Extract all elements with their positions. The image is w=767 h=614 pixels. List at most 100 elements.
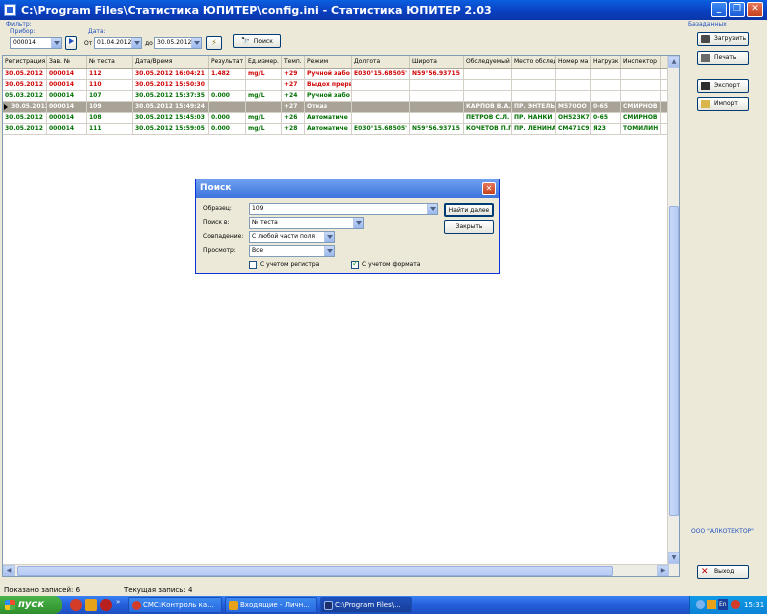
column-header[interactable]: Номер ма: [556, 56, 591, 68]
device-go-button[interactable]: [65, 36, 77, 50]
column-header[interactable]: Результат: [209, 56, 246, 68]
quicklaunch-more-icon[interactable]: »: [116, 598, 120, 606]
exit-button[interactable]: ✕ Выход: [697, 565, 749, 579]
table-cell: 000014: [47, 102, 87, 112]
table-row[interactable]: 30.05.2012 000014 110 30.05.2012 15:50:30 +2…: [3, 80, 679, 91]
scroll-thumb[interactable]: [669, 206, 679, 516]
window-controls: _ ❐ ✕: [711, 2, 763, 17]
chevron-down-icon[interactable]: [131, 38, 141, 48]
outlook-icon[interactable]: [85, 599, 97, 611]
task-sms[interactable]: СМС:Контроль ка...: [128, 597, 222, 613]
date-from-picker[interactable]: 01.04.2012: [94, 37, 142, 49]
task-statistics[interactable]: C:\Program Files\...: [320, 597, 412, 613]
view-select[interactable]: Все: [249, 245, 335, 257]
search-in-select[interactable]: № теста: [249, 217, 364, 229]
exit-x-icon: ✕: [701, 567, 709, 577]
records-grid[interactable]: Регистрация Зав. № № теста Дата/Время Резуль…: [2, 55, 680, 577]
table-cell: 30.05.2012 15:59:05: [133, 124, 209, 134]
load-button[interactable]: Загрузить: [697, 32, 749, 46]
chevron-down-icon[interactable]: [324, 246, 334, 256]
table-cell: [410, 102, 464, 112]
funnel-icon: ⚡: [211, 38, 217, 47]
exit-button-label: Выход: [714, 568, 735, 575]
dialog-title[interactable]: Поиск: [196, 179, 499, 198]
scroll-left-icon[interactable]: ◀: [3, 565, 15, 576]
format-checkbox[interactable]: [351, 259, 359, 269]
antivirus-icon[interactable]: [731, 600, 740, 609]
filter-apply-button[interactable]: ⚡: [206, 36, 222, 50]
close-icon[interactable]: ✕: [747, 2, 763, 17]
vertical-scrollbar[interactable]: ▲ ▼: [667, 56, 679, 576]
table-row[interactable]: 30.05.2012 000014 109 30.05.2012 15:49:24 +2…: [3, 102, 679, 113]
table-cell: [512, 80, 556, 90]
column-header[interactable]: Нагрузк: [591, 56, 621, 68]
table-cell: 110: [87, 80, 133, 90]
horizontal-scrollbar[interactable]: ◀ ▶: [3, 564, 669, 576]
database-panel: Базаданных Загрузить Печать Экспорт Импо…: [685, 20, 767, 596]
column-header[interactable]: Регистрация: [3, 56, 47, 68]
column-header[interactable]: Инспектор: [621, 56, 661, 68]
language-indicator[interactable]: En: [718, 599, 728, 610]
network-icon[interactable]: [696, 600, 705, 609]
import-button[interactable]: Импорт: [697, 97, 749, 111]
minimize-icon[interactable]: _: [711, 2, 727, 17]
find-next-button[interactable]: Найти далее: [444, 203, 494, 217]
column-header[interactable]: Темп.: [282, 56, 305, 68]
case-checkbox[interactable]: [249, 261, 257, 269]
column-header[interactable]: Зав. №: [47, 56, 87, 68]
import-button-label: Импорт: [714, 100, 738, 107]
chevron-down-icon[interactable]: [51, 38, 61, 48]
chevron-down-icon[interactable]: [324, 232, 334, 242]
start-button[interactable]: пуск: [0, 596, 62, 614]
table-cell: [591, 91, 621, 101]
task-inbox[interactable]: Входящие - Личн...: [225, 597, 317, 613]
scroll-up-icon[interactable]: ▲: [668, 56, 679, 68]
table-row[interactable]: 05.03.2012 000014 107 30.05.2012 15:37:35 0.…: [3, 91, 679, 102]
column-header[interactable]: № теста: [87, 56, 133, 68]
table-cell: 000014: [47, 80, 87, 90]
dialog-close-icon[interactable]: ✕: [482, 182, 496, 195]
column-header[interactable]: Ед.измер.: [246, 56, 282, 68]
dialog-close-button[interactable]: Закрыть: [444, 220, 494, 234]
table-row[interactable]: 30.05.2012 000014 108 30.05.2012 15:45:03 0.…: [3, 113, 679, 124]
date-to-picker[interactable]: 30.05.2012: [154, 37, 202, 49]
match-select[interactable]: С любой части поля: [249, 231, 335, 243]
table-cell: +24: [282, 91, 305, 101]
column-header[interactable]: Широта: [410, 56, 464, 68]
column-header[interactable]: Режим: [305, 56, 352, 68]
column-header[interactable]: Долгота: [352, 56, 410, 68]
scroll-down-icon[interactable]: ▼: [668, 552, 679, 564]
print-button[interactable]: Печать: [697, 51, 749, 65]
device-select[interactable]: 000014: [10, 37, 62, 49]
search-button[interactable]: 🔭 Поиск: [233, 34, 281, 48]
open-folder-icon: [701, 100, 710, 108]
table-row[interactable]: 30.05.2012 000014 112 30.05.2012 16:04:21 1.…: [3, 69, 679, 80]
column-header[interactable]: Обследуемый: [464, 56, 512, 68]
pattern-input[interactable]: 109: [249, 203, 438, 215]
table-cell: 107: [87, 91, 133, 101]
title-bar[interactable]: C:\Program Files\Статистика ЮПИТЕР\confi…: [0, 0, 767, 20]
opera-icon[interactable]: [70, 599, 82, 611]
scroll-right-icon[interactable]: ▶: [657, 565, 669, 576]
outlook-tray-icon[interactable]: [707, 600, 716, 609]
date-label: Дата:: [88, 28, 106, 35]
table-cell: [352, 113, 410, 123]
chevron-down-icon[interactable]: [427, 204, 437, 214]
column-header[interactable]: Дата/Время: [133, 56, 209, 68]
column-header[interactable]: Место обслед.: [512, 56, 556, 68]
export-button[interactable]: Экспорт: [697, 79, 749, 93]
opera-icon: [132, 601, 141, 610]
table-cell: +29: [282, 69, 305, 79]
chevron-down-icon[interactable]: [353, 218, 363, 228]
restore-icon[interactable]: ❐: [729, 2, 745, 17]
browser-icon[interactable]: [100, 599, 112, 611]
task-statistics-label: C:\Program Files\...: [335, 601, 401, 609]
folder-icon: [701, 35, 710, 43]
table-cell: 30.05.2012: [3, 69, 47, 79]
chevron-down-icon[interactable]: [191, 38, 201, 48]
find-next-label: Найти далее: [448, 207, 490, 214]
table-row[interactable]: 30.05.2012 000014 111 30.05.2012 15:59:05 0.…: [3, 124, 679, 135]
table-cell: mg/L: [246, 113, 282, 123]
table-cell: [410, 113, 464, 123]
hscroll-thumb[interactable]: [17, 566, 613, 576]
